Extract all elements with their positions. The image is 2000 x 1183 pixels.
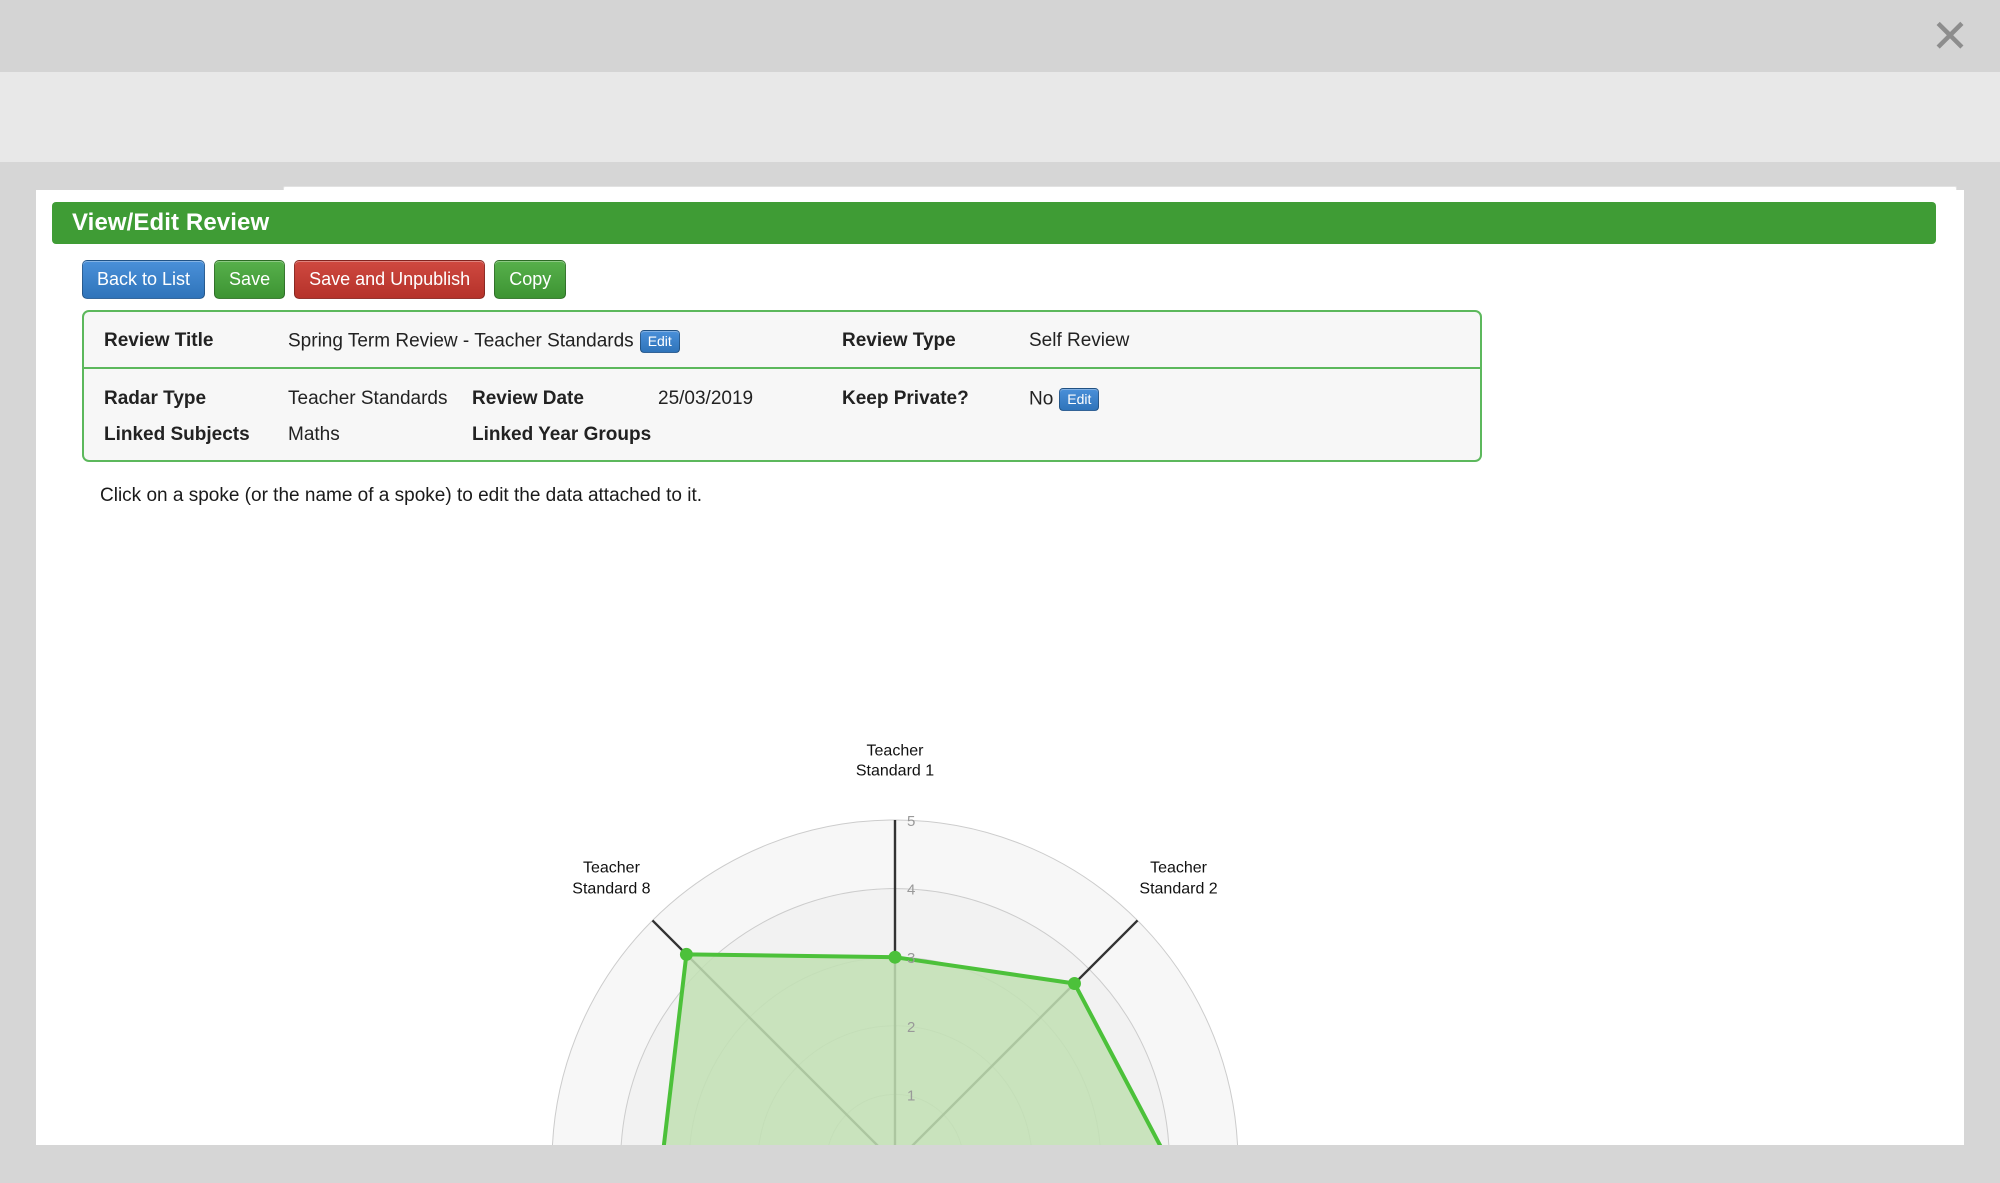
edit-review-title-button[interactable]: Edit (639, 330, 680, 353)
browser-toolbar: ← → ⟳ (0, 72, 2000, 234)
review-type-value: Self Review (1029, 330, 1130, 351)
radar-spoke-label-line: Teacher (866, 742, 924, 760)
radar-chart[interactable]: 1 2 3 4 5 Teacher Standard 1 Teacher Standard 2… (36, 520, 1964, 1145)
review-title-label: Review Title (104, 330, 214, 351)
radar-spoke-label-line: Standard 1 (855, 763, 935, 780)
radar-spoke-label-line: Teacher (1257, 1143, 1335, 1145)
radar-spoke-label-8[interactable]: Teacher Standard 8 (572, 859, 650, 900)
linked-year-groups-label: Linked Year Groups (472, 424, 652, 445)
radar-spoke-label-line: Teacher (1150, 859, 1207, 877)
radar-spoke-label-7[interactable]: TeacherStandard 7 (455, 1143, 533, 1145)
copy-button[interactable]: Copy (494, 260, 567, 299)
radar-tick-label-3: 3 (907, 950, 915, 967)
radar-tick-label-5: 5 (907, 813, 915, 830)
radar-spoke-label-line: Teacher (455, 1143, 533, 1145)
radar-spoke-label-1[interactable]: Teacher Standard 1 (856, 742, 934, 783)
radar-spoke-label-line: Teacher (582, 859, 640, 877)
radar-type-value: Teacher Standards (288, 388, 448, 409)
chart-hint-text: Click on a spoke (or the name of a spoke… (100, 485, 703, 506)
radar-tick-label-1: 1 (907, 1087, 915, 1104)
review-date-value: 25/03/2019 (658, 388, 754, 409)
edit-keep-private-button[interactable]: Edit (1059, 388, 1100, 411)
save-and-unpublish-button[interactable]: Save and Unpublish (294, 260, 486, 299)
radar-spoke-label-line: Standard 2 (1139, 880, 1218, 898)
keep-private-label: Keep Private? (842, 388, 969, 409)
page-content: View/Edit Review Back to List Save Save … (36, 190, 1964, 1145)
review-type-label: Review Type (842, 330, 956, 351)
radar-spoke-label-2[interactable]: Teacher Standard 2 (1139, 859, 1217, 900)
radar-point-1[interactable] (888, 950, 902, 964)
keep-private-field: No Edit (1029, 388, 1100, 411)
back-to-list-button[interactable]: Back to List (82, 260, 206, 299)
page-title: View/Edit Review (72, 209, 270, 236)
close-icon[interactable]: ✕ (1922, 8, 1978, 64)
review-date-label: Review Date (472, 388, 584, 409)
review-title-field: Spring Term Review - Teacher Standards Ed… (288, 330, 680, 353)
radar-tick-label-4: 4 (907, 882, 915, 899)
save-button[interactable]: Save (214, 260, 286, 299)
window-titlebar: ✕ (0, 0, 2000, 72)
review-details-panel: Review Title Spring Term Review - Teache… (82, 310, 1482, 462)
radar-spoke-label-3[interactable]: TeacherStandard 3 (1257, 1143, 1335, 1145)
radar-point-8[interactable] (679, 947, 693, 961)
radar-tick-label-2: 2 (907, 1019, 915, 1036)
radar-spoke-label-line: Standard 8 (572, 880, 651, 898)
keep-private-value: No (1029, 388, 1054, 410)
radar-type-label: Radar Type (104, 388, 207, 409)
review-title-value: Spring Term Review - Teacher Standards (288, 330, 634, 352)
radar-point-2[interactable] (1067, 977, 1081, 991)
page-header: View/Edit Review (52, 202, 1936, 244)
linked-subjects-value: Maths (288, 424, 340, 445)
linked-subjects-label: Linked Subjects (104, 424, 250, 445)
radar-chart-svg[interactable]: 1 2 3 4 5 (36, 520, 1964, 1145)
action-toolbar: Back to List Save Save and Unpublish Cop… (82, 260, 567, 299)
